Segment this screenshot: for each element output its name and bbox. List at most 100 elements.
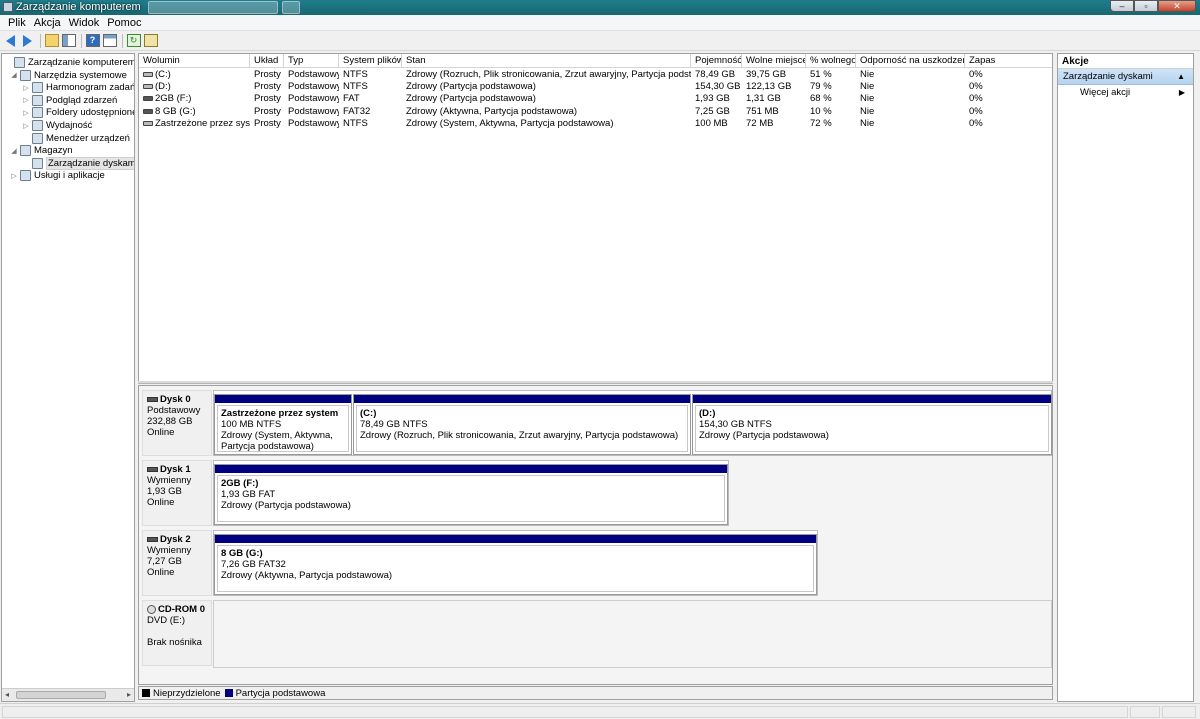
volume-cell: 7,25 GB <box>695 105 730 117</box>
column-header[interactable]: Układ <box>250 54 284 68</box>
disk-label[interactable]: Dysk 1 Wymienny 1,93 GB Online <box>142 460 212 526</box>
partition-info: 100 MB NTFS <box>221 419 282 430</box>
scroll-thumb[interactable] <box>16 691 106 699</box>
disk-partition-area: 8 GB (G:) 7,26 GB FAT32 Zdrowy (Aktywna, P… <box>213 530 818 596</box>
collapsed-arrow-icon[interactable]: ▷ <box>22 96 30 104</box>
show-hide-tree-icon[interactable] <box>61 33 76 48</box>
volume-row[interactable]: (C:) Prosty Podstawowy NTFS Zdrowy (Rozruch,… <box>139 69 1052 81</box>
disk-label[interactable]: CD-ROM 0 DVD (E:) Brak nośnika <box>142 600 212 666</box>
up-folder-icon[interactable] <box>44 33 59 48</box>
back-icon[interactable] <box>3 33 18 48</box>
actions-section-disk-management[interactable]: Zarządzanie dyskami ▲ <box>1058 69 1193 85</box>
partition-status: Zdrowy (Partycja podstawowa) <box>221 500 351 511</box>
tree-item[interactable]: Menedżer urządzeń <box>22 132 130 145</box>
collapsed-arrow-icon[interactable]: ▷ <box>22 109 30 117</box>
volume-cell: Zdrowy (Aktywna, Partycja podstawowa) <box>406 105 578 117</box>
menu-widok[interactable]: Widok <box>65 17 104 29</box>
column-header[interactable]: Zapas <box>965 54 1052 68</box>
collapse-icon[interactable]: ▲ <box>1177 69 1185 85</box>
disk-spacer <box>147 626 207 637</box>
export-icon[interactable] <box>143 33 158 48</box>
tree-item[interactable]: ◢ Magazyn <box>10 144 73 157</box>
tree-item-label: Menedżer urządzeń <box>46 132 130 144</box>
volume-cell: 72 % <box>810 117 832 129</box>
volume-cell: 51 % <box>810 69 832 80</box>
maximize-button[interactable]: ▫ <box>1134 0 1158 12</box>
volume-row[interactable]: 2GB (F:) Prosty Podstawowy FAT Zdrowy (Party… <box>139 93 1052 105</box>
volume-row[interactable]: Zastrzeżone przez system Prosty Podstawowy… <box>139 117 1052 130</box>
volume-cell: 79 % <box>810 81 832 93</box>
more-actions-item[interactable]: Więcej akcji ▶ <box>1058 85 1193 101</box>
forward-icon[interactable] <box>20 33 35 48</box>
volume-name: 2GB (F:) <box>155 93 192 105</box>
column-header[interactable]: System plików <box>339 54 402 68</box>
tree-item-label: Zarządzanie dyskami <box>46 156 134 170</box>
partition-body: 8 GB (G:) 7,26 GB FAT32 Zdrowy (Aktywna, P… <box>217 545 814 592</box>
toolbar-separator <box>81 33 82 48</box>
collapsed-arrow-icon[interactable]: ▷ <box>22 84 30 92</box>
column-header[interactable]: Pojemność <box>691 54 742 68</box>
partition-block[interactable]: 8 GB (G:) 7,26 GB FAT32 Zdrowy (Aktywna, P… <box>214 534 817 595</box>
volume-cell: Zastrzeżone przez system <box>139 118 250 130</box>
tree-item[interactable]: ▷ Usługi i aplikacje <box>10 169 105 182</box>
tree-item[interactable]: Zarządzanie dyskami <box>22 156 134 170</box>
help-icon[interactable]: ? <box>85 33 100 48</box>
expanded-arrow-icon[interactable]: ◢ <box>10 71 18 79</box>
column-header[interactable]: Typ <box>284 54 339 68</box>
partition-block[interactable]: (C:) 78,49 GB NTFS Zdrowy (Rozruch, Plik s… <box>353 394 691 455</box>
volume-row[interactable]: (D:) Prosty Podstawowy NTFS Zdrowy (Partycja… <box>139 81 1052 93</box>
disk-icon <box>147 467 158 472</box>
actions-section-label: Zarządzanie dyskami <box>1063 71 1153 82</box>
menu-plik[interactable]: Plik <box>4 17 30 29</box>
scroll-right-icon[interactable]: ▸ <box>127 690 131 699</box>
column-header[interactable]: Stan <box>402 54 691 68</box>
partition-block[interactable]: (D:) 154,30 GB NTFS Zdrowy (Partycja podst… <box>692 394 1052 455</box>
disk-name: CD-ROM 0 <box>147 604 207 615</box>
partition-info: 154,30 GB NTFS <box>699 419 772 430</box>
volume-cell: Nie <box>860 117 875 129</box>
disk-status: Online <box>147 497 175 508</box>
column-header[interactable]: % wolnego <box>806 54 856 68</box>
menu-bar: Plik Akcja Widok Pomoc <box>0 15 1200 31</box>
collapsed-arrow-icon[interactable]: ▷ <box>22 122 30 130</box>
disk-type: DVD (E:) <box>147 615 185 626</box>
volume-cell: NTFS <box>343 69 368 80</box>
drive-icon <box>143 120 153 126</box>
column-header[interactable]: Wolumin <box>139 54 250 68</box>
volume-row[interactable]: 8 GB (G:) Prosty Podstawowy FAT32 Zdrowy (Ak… <box>139 105 1052 118</box>
partition-block[interactable]: 2GB (F:) 1,93 GB FAT Zdrowy (Partycja pods… <box>214 464 728 525</box>
column-header[interactable]: Odporność na uszkodzenia <box>856 54 965 68</box>
refresh-icon[interactable]: ↻ <box>126 33 141 48</box>
partition-name: (D:) <box>699 408 716 419</box>
partition-status: Zdrowy (Aktywna, Partycja podstawowa) <box>221 570 393 581</box>
properties-icon[interactable] <box>102 33 117 48</box>
tree-item[interactable]: ▷ Foldery udostępnione <box>22 106 134 119</box>
volume-list: Wolumin Układ Typ System plików Stan Pojemnoś… <box>138 53 1053 382</box>
volume-cell: Podstawowy <box>288 117 339 129</box>
tree-item[interactable]: ▷ Podgląd zdarzeń <box>22 94 117 107</box>
disk-label[interactable]: Dysk 2 Wymienny 7,27 GB Online <box>142 530 212 596</box>
partition-block[interactable]: Zastrzeżone przez system 100 MB NTFS Zdrow… <box>214 394 352 455</box>
volume-cell: NTFS <box>343 81 368 93</box>
drive-icon <box>143 84 153 90</box>
tree-item[interactable]: ▷ Wydajność <box>22 119 92 132</box>
collapsed-arrow-icon[interactable]: ▷ <box>10 172 18 180</box>
expanded-arrow-icon[interactable]: ◢ <box>10 147 18 155</box>
scroll-left-icon[interactable]: ◂ <box>5 690 9 699</box>
volume-name: (C:) <box>155 69 171 80</box>
tree-item[interactable]: ▷ Harmonogram zadań <box>22 81 134 94</box>
partition-body: (C:) 78,49 GB NTFS Zdrowy (Rozruch, Plik s… <box>356 405 688 452</box>
close-button[interactable]: ✕ <box>1158 0 1196 12</box>
tree-item[interactable]: Zarządzanie komputerem (lokalny) <box>4 56 134 69</box>
tree-item[interactable]: ◢ Narzędzia systemowe <box>10 69 127 82</box>
minimize-button[interactable]: – <box>1110 0 1134 12</box>
disk-label[interactable]: Dysk 0 Podstawowy 232,88 GB Online <box>142 390 212 456</box>
disk-partition-area: 2GB (F:) 1,93 GB FAT Zdrowy (Partycja pods… <box>213 460 729 526</box>
menu-pomoc[interactable]: Pomoc <box>103 17 145 29</box>
pane-splitter[interactable] <box>138 381 1053 384</box>
volume-cell: (C:) <box>139 69 250 81</box>
column-header[interactable]: Wolne miejsce <box>742 54 806 68</box>
tree-horizontal-scrollbar[interactable]: ◂ ▸ <box>2 688 134 701</box>
drive-icon <box>143 71 153 77</box>
menu-akcja[interactable]: Akcja <box>30 17 65 29</box>
